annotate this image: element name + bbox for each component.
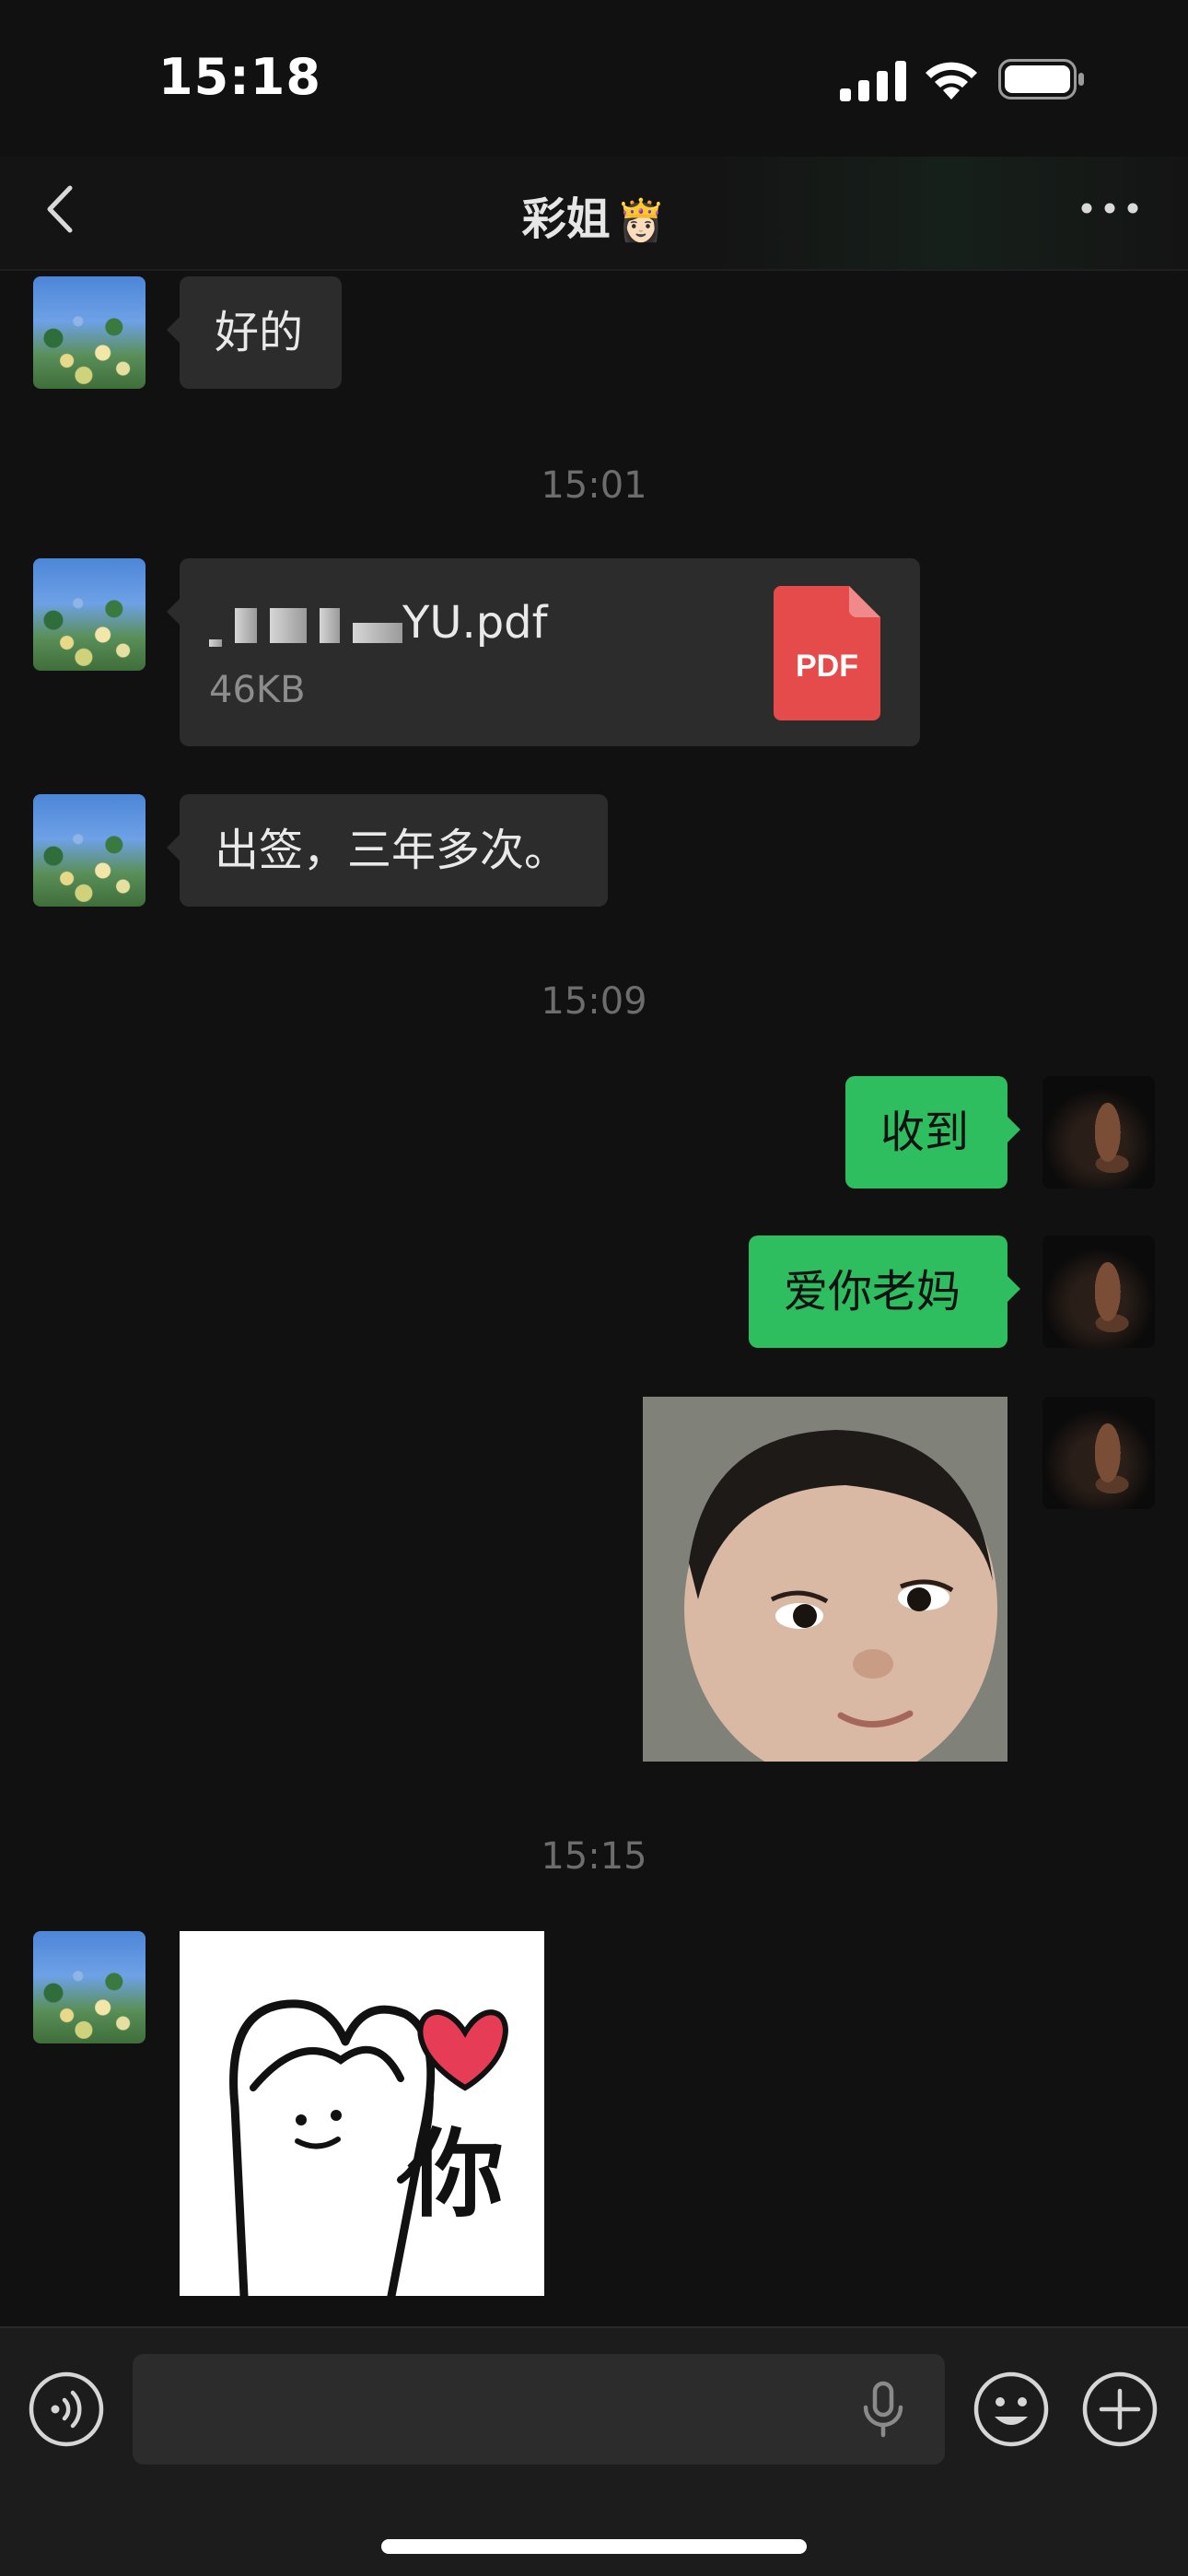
chat-header: 彩姐 👸🏻 [0,157,1188,271]
message-timestamp: 15:09 [541,980,647,1023]
pdf-icon: PDF [774,586,880,720]
redacted-mark [235,608,257,643]
crown-emoji-icon: 👸🏻 [615,197,667,244]
chat-title: 彩姐 👸🏻 [0,182,1188,247]
wifi-icon [926,62,977,100]
message-text: 好的 [215,307,304,358]
mic-icon[interactable] [856,2380,910,2439]
message-list[interactable]: 好的 15:01 YU.pdf 46KB PDF 出签，三年多次。 15:09 … [0,269,1188,2326]
contact-avatar[interactable] [33,276,146,389]
sticker-message[interactable]: 你 [180,1931,544,2296]
plus-icon[interactable] [1081,2371,1159,2448]
emoji-icon[interactable] [973,2371,1050,2448]
incoming-message-bubble[interactable]: 好的 [167,276,342,389]
redacted-mark [320,608,340,643]
home-indicator[interactable] [381,2539,807,2554]
sticker-text: 你 [407,2118,504,2231]
message-text: 收到 [880,1107,970,1158]
redacted-mark [353,623,402,643]
message-timestamp: 15:01 [541,464,647,507]
my-avatar[interactable] [1042,1397,1155,1509]
message-text: 爱你老妈 [784,1266,961,1317]
contact-avatar[interactable] [33,558,146,671]
chat-title-text: 彩姐 [521,193,611,245]
more-icon[interactable] [1077,190,1142,227]
message-text: 出签，三年多次。 [215,825,569,876]
my-avatar[interactable] [1042,1235,1155,1348]
outgoing-message-bubble[interactable]: 爱你老妈 [749,1235,1020,1348]
status-bar: 15:18 [0,0,1188,157]
file-name-text: YU.pdf [402,597,548,649]
image-message[interactable] [643,1397,1007,1762]
my-avatar[interactable] [1042,1076,1155,1188]
contact-avatar[interactable] [33,1931,146,2043]
pdf-label: PDF [796,649,858,684]
redacted-mark [209,639,222,647]
voice-toggle-icon[interactable] [28,2371,105,2448]
status-time: 15:18 [158,48,321,106]
contact-avatar[interactable] [33,794,146,907]
file-name: YU.pdf [209,597,548,649]
message-timestamp: 15:15 [541,1835,647,1878]
outgoing-message-bubble[interactable]: 收到 [845,1076,1020,1188]
file-message-card[interactable]: YU.pdf 46KB PDF [167,558,920,746]
battery-icon [998,59,1084,100]
incoming-message-bubble[interactable]: 出签，三年多次。 [167,794,608,907]
signal-icon [840,61,906,101]
child-face-image [643,1397,1007,1762]
message-input[interactable] [133,2354,945,2465]
heart-sticker-image: 你 [229,1999,508,2296]
redacted-mark [270,608,307,643]
file-size: 46KB [209,669,306,711]
